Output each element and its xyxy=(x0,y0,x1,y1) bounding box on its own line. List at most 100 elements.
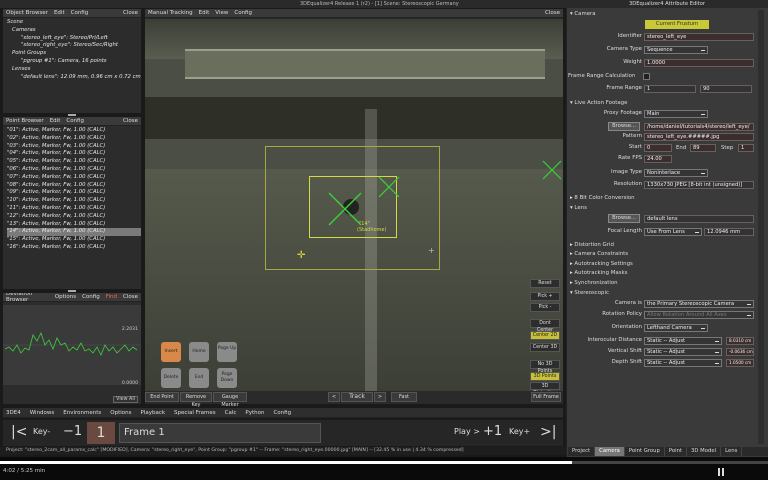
center-3d-button[interactable]: Center 3D xyxy=(530,343,560,352)
fast-button[interactable]: Fast xyxy=(391,392,417,402)
orientation-select[interactable]: Lefthand Camera xyxy=(644,324,708,332)
camera-is-select[interactable]: the Primary Stereoscopic Camera xyxy=(644,300,754,308)
close-button[interactable]: Close xyxy=(123,118,138,124)
3d-distortion-button[interactable]: 3D Distortion xyxy=(530,382,560,390)
frame-start-field[interactable]: 1 xyxy=(644,85,696,93)
attribute-scrollbar[interactable] xyxy=(758,10,764,444)
prev-key-button[interactable]: Key- xyxy=(33,427,50,436)
point-list-item[interactable]: "15": Active, Marker, Fw, 1.00 (CALC) xyxy=(7,236,141,244)
pattern-field[interactable]: stereo_left_eye.#####.jpg xyxy=(644,133,754,141)
end-button[interactable]: End xyxy=(189,368,209,388)
menu-3de4[interactable]: 3DE4 xyxy=(6,410,21,416)
track-back-button[interactable]: < xyxy=(328,392,340,402)
tree-point-groups[interactable]: Point Groups xyxy=(7,50,141,58)
deviation-graph[interactable] xyxy=(3,305,141,385)
menu-point-browser[interactable]: Point Browser xyxy=(6,118,44,124)
pick-minus-button[interactable]: Pick - xyxy=(530,303,560,312)
tab-camera[interactable]: Camera xyxy=(595,447,625,456)
menu-options[interactable]: Options xyxy=(55,294,76,300)
section-autotracking-settings[interactable]: ▸ Autotracking Settings xyxy=(570,260,764,268)
close-button[interactable]: Close xyxy=(545,10,560,16)
menu-config[interactable]: Config xyxy=(71,10,89,16)
tree-lens[interactable]: "default lens": 12.09 mm, 0.96 cm x 0.72… xyxy=(7,74,141,82)
menu-edit[interactable]: Edit xyxy=(199,10,210,16)
menu-playback[interactable]: Playback xyxy=(141,410,166,416)
tree-cameras[interactable]: Cameras xyxy=(7,27,141,35)
menu-calc[interactable]: Calc xyxy=(225,410,237,416)
menu-options[interactable]: Options xyxy=(110,410,131,416)
center-2d-button[interactable]: Center 2D xyxy=(530,331,560,340)
frame-slider[interactable]: Frame 1 xyxy=(119,423,321,443)
section-8bit[interactable]: ▸ 8 Bit Color Conversion xyxy=(570,194,764,202)
3d-points-button[interactable]: 3D Points xyxy=(530,372,560,381)
tab-3d-model[interactable]: 3D Model xyxy=(687,447,722,456)
pick-plus-button[interactable]: Pick + xyxy=(530,292,560,301)
view-all-button[interactable]: View All xyxy=(113,396,138,403)
delete-button[interactable]: Delete xyxy=(161,368,181,388)
section-stereoscopic[interactable]: ▾ Stereoscopic xyxy=(570,289,764,297)
section-camera[interactable]: ▾ Camera xyxy=(570,10,764,18)
tree-pgroup[interactable]: "pgroup #1": Camera, 16 points xyxy=(7,58,141,66)
track-marker-icon[interactable] xyxy=(541,159,563,181)
frame-number-field[interactable]: 1 xyxy=(87,422,115,444)
point-list-item[interactable]: "08": Active, Marker, Fw, 1.00 (CALC) xyxy=(7,182,141,190)
tab-point-group[interactable]: Point Group xyxy=(625,447,665,456)
frame-range-calc-checkbox[interactable] xyxy=(643,73,650,80)
identifier-field[interactable]: stereo_left_eye xyxy=(644,33,754,41)
reset-button[interactable]: Reset xyxy=(530,279,560,288)
section-live-action[interactable]: ▾ Live Action Footage xyxy=(570,99,764,107)
menu-config[interactable]: Config xyxy=(234,10,252,16)
home-button[interactable]: Home xyxy=(189,342,209,362)
point-list-item[interactable]: "14": Active, Marker, Fw, 1.00 (CALC) xyxy=(7,228,141,237)
image-type-select[interactable]: Noninterlace xyxy=(644,169,708,177)
track-button[interactable]: Track xyxy=(341,392,373,402)
menu-edit[interactable]: Edit xyxy=(50,118,61,124)
menu-config[interactable]: Config xyxy=(66,118,84,124)
fps-field[interactable]: 24.00 xyxy=(644,155,672,163)
point-list-item[interactable]: "02": Active, Marker, Fw, 1.00 (CALC) xyxy=(7,135,141,143)
tab-lens[interactable]: Lens xyxy=(721,447,743,456)
tree-scene[interactable]: Scene xyxy=(7,19,141,27)
menu-config[interactable]: Config xyxy=(82,294,100,300)
point-list-item[interactable]: "01": Active, Marker, Fw, 1.00 (CALC) xyxy=(7,127,141,135)
page-down-button[interactable]: Page Down xyxy=(217,368,237,388)
menu-object-browser[interactable]: Object Browser xyxy=(6,10,48,16)
point-list-item[interactable]: "04": Active, Marker, Fw, 1.00 (CALC) xyxy=(7,150,141,158)
menu-environments[interactable]: Environments xyxy=(63,410,101,416)
focal-length-field[interactable]: 12.0946 mm xyxy=(704,228,754,236)
proxy-select[interactable]: Main xyxy=(644,110,708,118)
splitter-handle[interactable] xyxy=(68,290,76,292)
close-button[interactable]: Close xyxy=(123,10,138,16)
lens-browse-button[interactable]: Browse... xyxy=(608,214,640,223)
end-point-button[interactable]: End Point xyxy=(145,392,179,402)
next-key-button[interactable]: Key+ xyxy=(509,427,530,436)
dont-center-button[interactable]: Dont Center xyxy=(530,319,560,333)
point-list-item[interactable]: "10": Active, Marker, Fw, 1.00 (CALC) xyxy=(7,197,141,205)
point-list-item[interactable]: "12": Active, Marker, Fw, 1.00 (CALC) xyxy=(7,213,141,221)
prev-frame-button[interactable]: −1 xyxy=(63,424,82,439)
tree-camera-right[interactable]: "stereo_right_eye": Stereo/Sec/Right xyxy=(7,42,141,50)
section-camera-constraints[interactable]: ▸ Camera Constraints xyxy=(570,250,764,258)
step-field[interactable]: 1 xyxy=(738,144,754,152)
play-button[interactable]: Play > xyxy=(454,427,480,436)
point-list-item[interactable]: "05": Active, Marker, Fw, 1.00 (CALC) xyxy=(7,158,141,166)
point-list-item[interactable]: "07": Active, Marker, Fw, 1.00 (CALC) xyxy=(7,174,141,182)
interocular-mode-select[interactable]: Static -- Adjust xyxy=(644,337,722,345)
section-distortion-grid[interactable]: ▸ Distortion Grid xyxy=(570,241,764,249)
focal-mode-select[interactable]: Use From Lens xyxy=(644,228,702,236)
point-list-item[interactable]: "03": Active, Marker, Fw, 1.00 (CALC) xyxy=(7,143,141,151)
tree-lenses[interactable]: Lenses xyxy=(7,66,141,74)
no-3d-points-button[interactable]: No 3D Points xyxy=(530,360,560,374)
page-up-button[interactable]: Page Up xyxy=(217,342,237,362)
track-marker-icon[interactable] xyxy=(377,175,401,199)
remove-key-button[interactable]: Remove Key xyxy=(180,392,212,408)
tracking-viewport[interactable]: "14" (Stadhome) ✛ + Reset Pick + Pick - … xyxy=(145,19,563,391)
splitter-handle[interactable] xyxy=(68,114,76,116)
tab-project[interactable]: Project xyxy=(568,447,596,456)
first-frame-button[interactable]: |< xyxy=(11,424,27,440)
footage-browse-button[interactable]: Browse... xyxy=(608,122,640,131)
tree-camera-left[interactable]: "stereo_left_eye": Stereo/Pri/Left xyxy=(7,35,141,43)
insert-button[interactable]: Insert xyxy=(161,342,181,362)
menu-edit[interactable]: Edit xyxy=(54,10,65,16)
rotation-select[interactable]: Allow Rotation Around All Axes xyxy=(644,311,754,319)
